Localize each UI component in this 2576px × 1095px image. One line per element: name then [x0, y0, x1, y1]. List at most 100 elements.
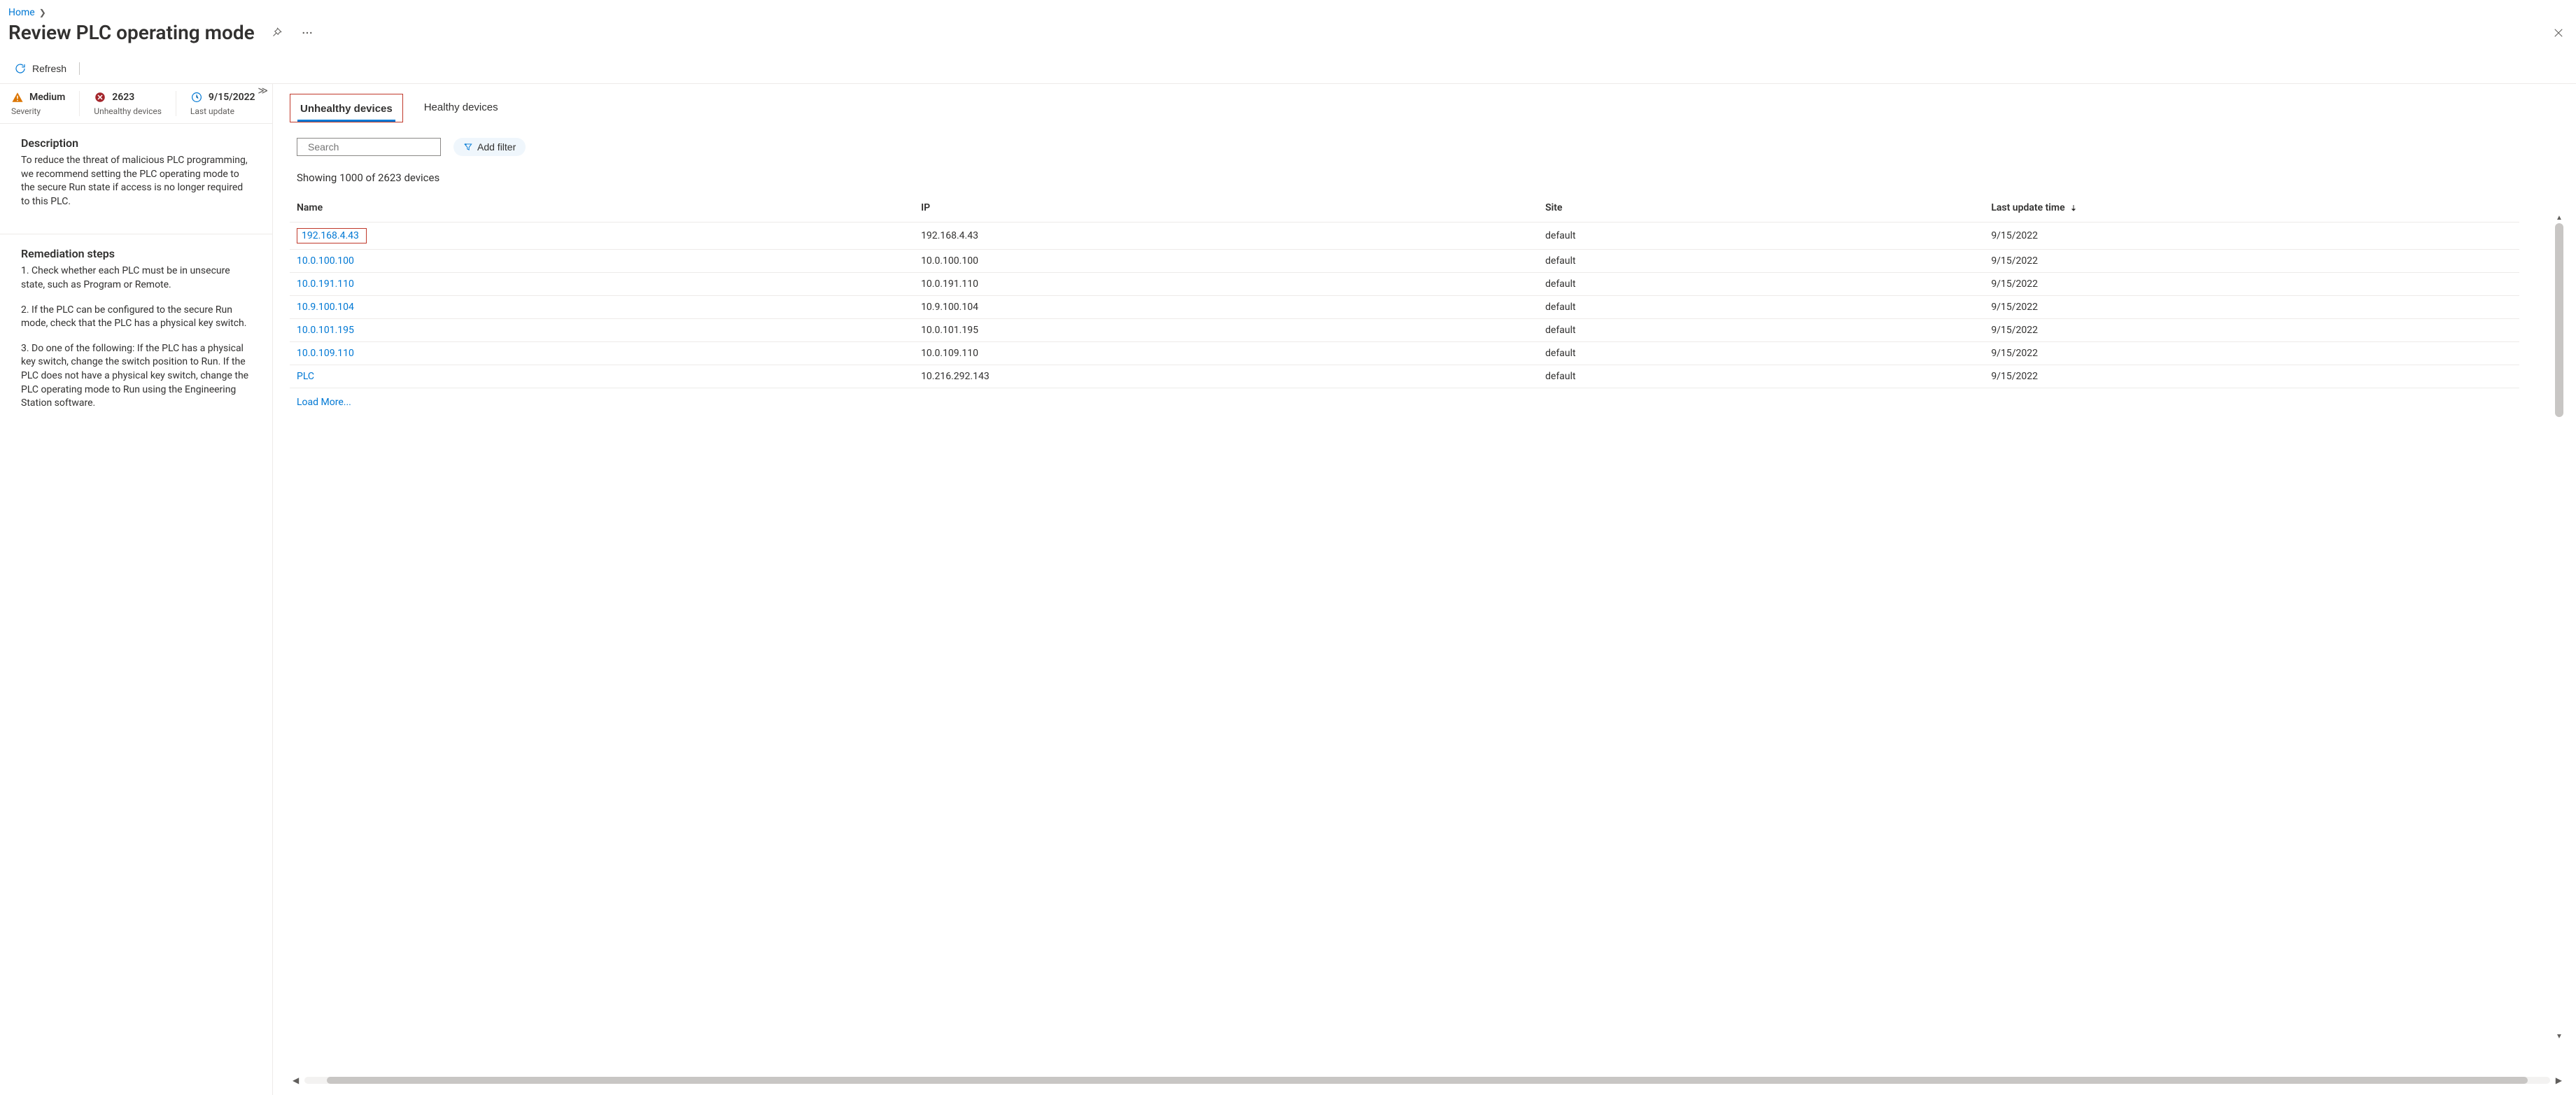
cell-site: default: [1538, 250, 1984, 273]
column-ip[interactable]: IP: [914, 195, 1538, 222]
cell-last-update: 9/15/2022: [1984, 222, 2519, 250]
table-row[interactable]: 10.0.101.19510.0.101.195default9/15/2022: [290, 319, 2519, 342]
refresh-label: Refresh: [32, 63, 66, 74]
table-row[interactable]: 10.9.100.10410.9.100.104default9/15/2022: [290, 296, 2519, 319]
load-more-link[interactable]: Load More...: [297, 397, 351, 408]
warning-icon: [11, 91, 24, 104]
remediation-heading: Remediation steps: [21, 247, 251, 260]
table-row[interactable]: 10.0.100.10010.0.100.100default9/15/2022: [290, 250, 2519, 273]
device-name-link[interactable]: 10.0.109.110: [297, 348, 354, 359]
device-name-link[interactable]: 10.0.100.100: [297, 255, 354, 267]
cell-ip: 192.168.4.43: [914, 222, 1538, 250]
horizontal-scrollbar[interactable]: ◀ ▶: [290, 1075, 2565, 1088]
clock-icon: [190, 91, 203, 104]
table-scroll[interactable]: Name IP Site Last update time 192.168.4.…: [290, 195, 2565, 1073]
table-row[interactable]: PLC 10.216.292.143default9/15/2022: [290, 365, 2519, 388]
more-icon: [301, 27, 314, 39]
remediation-step-2: 2. If the PLC can be configured to the s…: [21, 304, 251, 331]
cell-ip: 10.0.191.110: [914, 273, 1538, 296]
tab-unhealthy-devices[interactable]: Unhealthy devices: [297, 97, 395, 122]
cell-last-update: 9/15/2022: [1984, 365, 2519, 388]
column-name[interactable]: Name: [290, 195, 914, 222]
filter-row: + Add filter: [297, 138, 2565, 156]
tab-healthy-devices[interactable]: Healthy devices: [421, 96, 501, 120]
details-pane: Medium Severity 2623 Unhealthy devices 9…: [0, 84, 273, 1095]
cell-last-update: 9/15/2022: [1984, 296, 2519, 319]
command-bar: Refresh: [0, 54, 2576, 84]
summary-cards: Medium Severity 2623 Unhealthy devices 9…: [0, 84, 272, 123]
cell-last-update: 9/15/2022: [1984, 273, 2519, 296]
filter-icon: +: [463, 142, 473, 152]
cell-site: default: [1538, 273, 1984, 296]
cell-ip: 10.0.100.100: [914, 250, 1538, 273]
close-button[interactable]: [2549, 24, 2568, 42]
more-button[interactable]: [298, 24, 316, 42]
cell-ip: 10.0.109.110: [914, 342, 1538, 365]
error-circle-icon: [94, 91, 106, 104]
table-row[interactable]: 10.0.191.11010.0.191.110default9/15/2022: [290, 273, 2519, 296]
description-text: To reduce the threat of malicious PLC pr…: [21, 154, 251, 209]
scroll-left-icon[interactable]: ◀: [290, 1075, 302, 1085]
device-name-link[interactable]: PLC: [297, 371, 314, 382]
cell-name: 10.0.109.110: [290, 342, 914, 365]
severity-value: Medium: [29, 92, 65, 103]
refresh-button[interactable]: Refresh: [8, 58, 72, 79]
description-section: Description To reduce the threat of mali…: [0, 124, 272, 234]
cell-ip: 10.216.292.143: [914, 365, 1538, 388]
severity-label: Severity: [11, 106, 65, 116]
cell-name: 10.0.101.195: [290, 319, 914, 342]
unhealthy-label: Unhealthy devices: [94, 106, 162, 116]
devices-table: Name IP Site Last update time 192.168.4.…: [290, 195, 2519, 388]
result-count: Showing 1000 of 2623 devices: [297, 171, 2565, 184]
table-row[interactable]: 10.0.109.11010.0.109.110default9/15/2022: [290, 342, 2519, 365]
column-site[interactable]: Site: [1538, 195, 1984, 222]
cell-site: default: [1538, 296, 1984, 319]
separator: [79, 62, 80, 75]
add-filter-label: Add filter: [477, 141, 516, 153]
cell-site: default: [1538, 342, 1984, 365]
search-input[interactable]: [307, 141, 436, 153]
device-name-link[interactable]: 10.9.100.104: [297, 302, 354, 313]
devices-pane: Unhealthy devices Healthy devices + Add …: [273, 84, 2576, 1095]
vertical-scrollbar[interactable]: ▲ ▼: [2555, 223, 2563, 1031]
tabs: Unhealthy devices Healthy devices: [290, 94, 2565, 122]
cell-site: default: [1538, 319, 1984, 342]
cell-last-update: 9/15/2022: [1984, 342, 2519, 365]
cell-ip: 10.9.100.104: [914, 296, 1538, 319]
svg-text:+: +: [464, 143, 467, 148]
close-icon: [2552, 27, 2565, 39]
chevron-right-icon: ❯: [39, 8, 46, 17]
table-row[interactable]: 192.168.4.43192.168.4.43default9/15/2022: [290, 222, 2519, 250]
cell-name: 10.0.100.100: [290, 250, 914, 273]
cell-name: PLC: [290, 365, 914, 388]
last-update-card: 9/15/2022 Last update: [176, 91, 269, 116]
tab-highlight: Unhealthy devices: [290, 94, 403, 122]
cell-name: 10.0.191.110: [290, 273, 914, 296]
device-name-link[interactable]: 192.168.4.43: [297, 228, 367, 243]
breadcrumb: Home ❯: [0, 0, 2576, 18]
cell-name: 10.9.100.104: [290, 296, 914, 319]
cell-site: default: [1538, 365, 1984, 388]
cell-name: 192.168.4.43: [290, 222, 914, 250]
refresh-icon: [14, 62, 27, 75]
search-box[interactable]: [297, 138, 441, 156]
breadcrumb-home[interactable]: Home: [8, 7, 35, 18]
cell-ip: 10.0.101.195: [914, 319, 1538, 342]
remediation-section: Remediation steps 1. Check whether each …: [0, 234, 272, 435]
last-update-value: 9/15/2022: [209, 92, 255, 103]
scroll-right-icon[interactable]: ▶: [2553, 1075, 2565, 1085]
sort-desc-icon: [2069, 204, 2078, 212]
expand-cards-button[interactable]: ≫: [258, 85, 268, 97]
pin-button[interactable]: [267, 24, 286, 42]
cell-last-update: 9/15/2022: [1984, 319, 2519, 342]
device-name-link[interactable]: 10.0.191.110: [297, 278, 354, 290]
description-heading: Description: [21, 136, 251, 150]
column-last-update[interactable]: Last update time: [1984, 195, 2519, 222]
unhealthy-card: 2623 Unhealthy devices: [79, 91, 176, 116]
add-filter-button[interactable]: + Add filter: [453, 138, 526, 156]
scroll-up-icon[interactable]: ▲: [2555, 213, 2563, 222]
severity-card: Medium Severity: [11, 91, 79, 116]
device-name-link[interactable]: 10.0.101.195: [297, 325, 354, 336]
scroll-down-icon[interactable]: ▼: [2555, 1032, 2563, 1040]
cell-last-update: 9/15/2022: [1984, 250, 2519, 273]
